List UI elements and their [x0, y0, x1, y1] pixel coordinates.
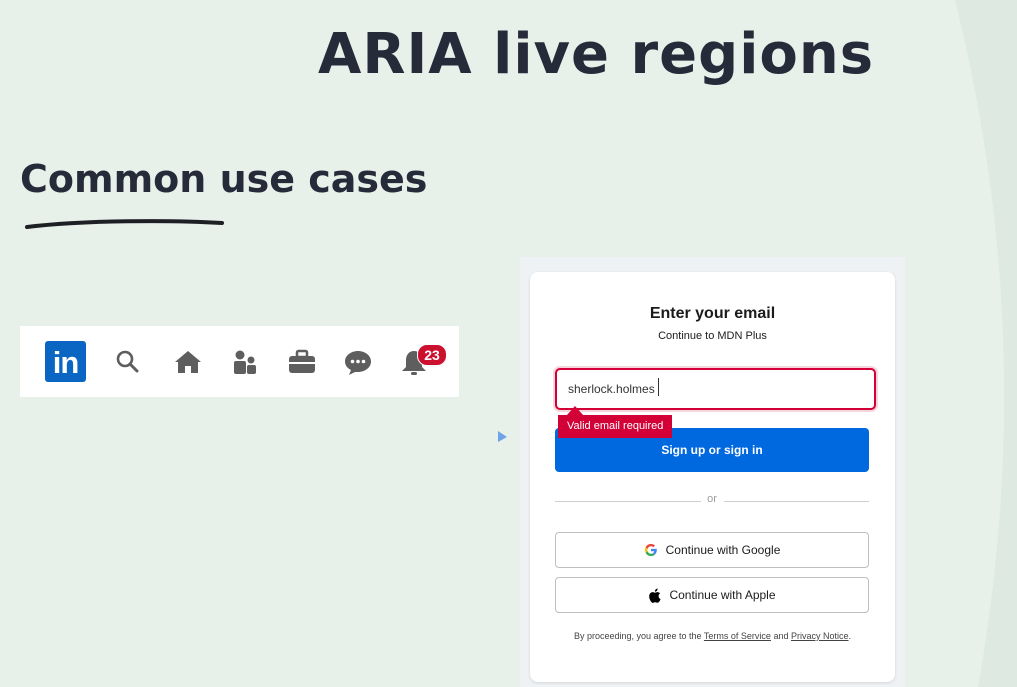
divider-text: or: [707, 493, 717, 505]
signin-screenshot-panel: Enter your email Continue to MDN Plus Si…: [520, 257, 905, 687]
messaging-icon[interactable]: [344, 348, 372, 376]
legal-notice: By proceeding, you agree to the Terms of…: [530, 631, 895, 641]
mouse-cursor-icon: [498, 431, 507, 442]
linkedin-nav-bar: in 23: [20, 326, 459, 397]
briefcase-icon[interactable]: [288, 348, 316, 376]
continue-with-apple-button[interactable]: Continue with Apple: [555, 577, 869, 613]
google-button-label: Continue with Google: [665, 543, 781, 557]
signin-title: Enter your email: [649, 305, 776, 322]
divider-line-left: [555, 501, 701, 502]
signin-card: Enter your email Continue to MDN Plus Si…: [530, 272, 895, 682]
privacy-notice-link[interactable]: Privacy Notice: [791, 631, 849, 641]
home-icon[interactable]: [174, 348, 202, 376]
terms-of-service-link[interactable]: Terms of Service: [704, 631, 771, 641]
divider-line-right: [724, 501, 869, 502]
error-tooltip-arrow: [567, 406, 583, 415]
email-error-tooltip: Valid email required: [558, 415, 673, 438]
google-icon: [644, 544, 657, 556]
email-input[interactable]: [555, 368, 876, 410]
linkedin-logo[interactable]: in: [45, 341, 86, 382]
legal-and: and: [773, 631, 789, 641]
legal-suffix: .: [848, 631, 852, 641]
legal-prefix: By proceeding, you agree to the: [573, 631, 702, 641]
signin-subtitle: Continue to MDN Plus: [658, 330, 767, 342]
text-caret: [658, 378, 659, 396]
slide-title: ARIA live regions: [318, 22, 875, 87]
people-icon[interactable]: [231, 348, 259, 376]
notification-badge: 23: [417, 344, 447, 366]
continue-with-google-button[interactable]: Continue with Google: [555, 532, 869, 568]
heading-underline-stroke: [25, 219, 224, 229]
search-icon[interactable]: [114, 348, 142, 376]
apple-button-label: Continue with Apple: [669, 588, 776, 602]
apple-icon: [649, 588, 662, 603]
section-heading: Common use cases: [20, 157, 428, 201]
